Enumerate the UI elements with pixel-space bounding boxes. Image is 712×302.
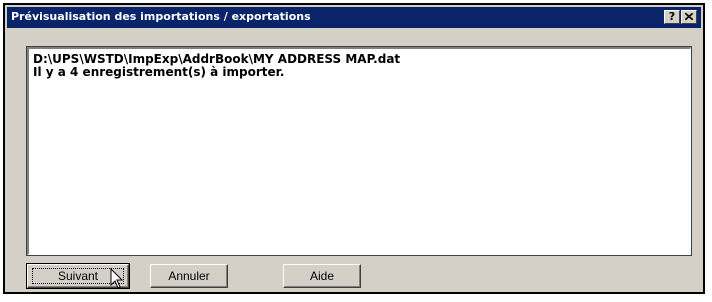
help-button-label: Aide <box>309 269 335 283</box>
close-icon <box>685 13 693 20</box>
question-mark-icon: ? <box>668 10 676 23</box>
close-button[interactable] <box>681 10 697 24</box>
dialog-title: Prévisualisation des importations / expo… <box>11 10 311 23</box>
title-bar[interactable]: Prévisualisation des importations / expo… <box>7 7 701 28</box>
preview-text-area[interactable]: D:\UPS\WSTD\ImpExp\AddrBook\MY ADDRESS M… <box>26 46 692 256</box>
mouse-pointer-icon <box>110 268 124 289</box>
cancel-button-label: Annuler <box>168 269 210 283</box>
record-count-text: Il y a 4 enregistrement(s) à importer. <box>33 65 285 79</box>
help-title-button[interactable]: ? <box>664 10 680 24</box>
help-button[interactable]: Aide <box>283 264 361 288</box>
import-export-preview-dialog: Prévisualisation des importations / expo… <box>3 3 705 294</box>
cancel-button[interactable]: Annuler <box>150 264 228 288</box>
